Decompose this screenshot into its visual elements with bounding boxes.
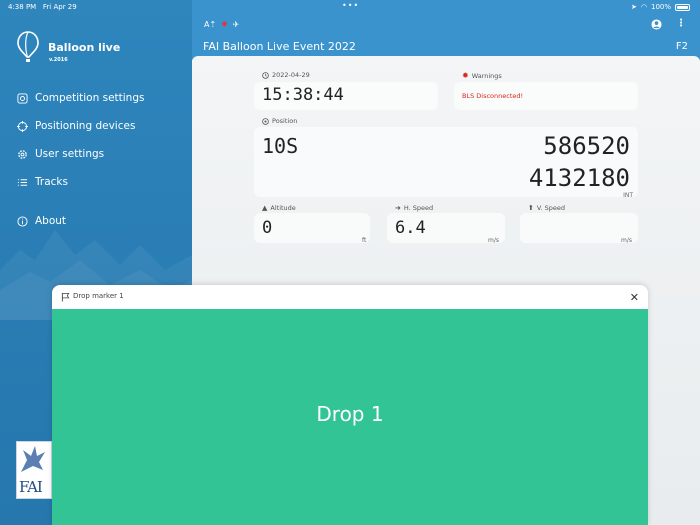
fai-logo: FAI xyxy=(16,441,52,499)
hspeed-unit: m/s xyxy=(488,237,499,244)
position-zone: 10S xyxy=(262,134,299,158)
app-name: Balloon live xyxy=(48,41,121,54)
wifi-icon: ◠ xyxy=(640,3,647,11)
vspeed-unit: m/s xyxy=(621,237,632,244)
position-suffix: INT xyxy=(623,192,633,199)
position-northing: 4132180 xyxy=(528,164,630,192)
warning-icon: ✹ xyxy=(462,71,469,80)
sidebar-item-competition-settings[interactable]: Competition settings xyxy=(16,84,144,112)
status-right: ➤ ◠ 100% xyxy=(631,3,690,11)
multitasking-dots[interactable]: ••• xyxy=(342,1,359,10)
warnings-label: ✹ Warnings xyxy=(462,71,502,80)
sidebar-item-tracks[interactable]: Tracks xyxy=(16,168,144,196)
sidebar-item-label: Tracks xyxy=(35,176,68,188)
competition-icon xyxy=(16,92,28,104)
sidebar-menu: Competition settings Positioning devices… xyxy=(16,84,144,235)
app-version: v.2016 xyxy=(49,57,68,63)
mountain-icon: ▲ xyxy=(262,204,268,212)
target-icon xyxy=(262,117,269,125)
user-icon[interactable] xyxy=(651,19,662,30)
altitude-unit: ft xyxy=(362,237,367,244)
info-icon xyxy=(16,215,28,227)
satellite-icon[interactable]: ✈ xyxy=(233,20,240,30)
gear-icon xyxy=(16,148,28,160)
sidebar-item-label: User settings xyxy=(35,148,105,160)
header-status-icons: A⇡ ⯁ ✈ xyxy=(204,20,239,30)
drop-marker-modal: Drop marker 1 ✕ Drop 1 xyxy=(52,285,648,525)
drop-button-label: Drop 1 xyxy=(316,402,384,426)
warning-message: BLS Disconnected! xyxy=(462,92,524,100)
arrow-right-icon: ➜ xyxy=(395,204,401,212)
eagle-icon xyxy=(21,446,45,472)
sidebar-item-user-settings[interactable]: User settings xyxy=(16,140,144,168)
sidebar-item-about[interactable]: About xyxy=(16,207,144,235)
battery-icon xyxy=(675,3,690,11)
status-time: 4:38 PM Fri Apr 29 xyxy=(8,3,77,11)
altitude-label: ▲ Altitude xyxy=(262,204,296,212)
sidebar-item-label: Positioning devices xyxy=(35,120,136,132)
page-title: FAI Balloon Live Event 2022 xyxy=(203,40,356,53)
status-bar: 4:38 PM Fri Apr 29 ••• ➤ ◠ 100% xyxy=(0,0,700,14)
position-easting: 586520 xyxy=(543,132,630,160)
vspeed-label: ⬆ V. Speed xyxy=(528,204,565,212)
sidebar-item-positioning-devices[interactable]: Positioning devices xyxy=(16,112,144,140)
hspeed-label: ➜ H. Speed xyxy=(395,204,434,212)
pin-icon[interactable]: ⯁ xyxy=(221,20,227,30)
modal-title: Drop marker 1 xyxy=(73,292,124,300)
list-icon xyxy=(16,176,28,188)
modal-header: Drop marker 1 ✕ xyxy=(52,285,648,309)
arrow-up-icon: ⬆ xyxy=(528,204,534,212)
event-code: F2 xyxy=(675,41,688,52)
balloon-logo-icon xyxy=(17,31,39,62)
drop-button[interactable]: Drop 1 xyxy=(52,309,648,525)
date-label: 2022-04-29 xyxy=(262,71,310,79)
location-icon: ➤ xyxy=(631,3,637,11)
close-icon[interactable]: ✕ xyxy=(630,291,639,304)
altitude-value: 0 xyxy=(262,218,273,238)
hspeed-value: 6.4 xyxy=(395,218,426,238)
battery-percent: 100% xyxy=(650,3,671,11)
position-label: Position xyxy=(262,117,297,125)
flag-icon xyxy=(61,292,70,302)
sidebar-item-label: Competition settings xyxy=(35,92,145,104)
gps-status-icon[interactable]: A⇡ xyxy=(204,20,216,30)
sidebar-item-label: About xyxy=(35,215,67,227)
more-menu-icon[interactable]: ⋮ xyxy=(676,18,686,29)
crosshair-icon xyxy=(16,120,28,132)
clock-icon xyxy=(262,71,269,79)
time-value: 15:38:44 xyxy=(262,85,344,105)
